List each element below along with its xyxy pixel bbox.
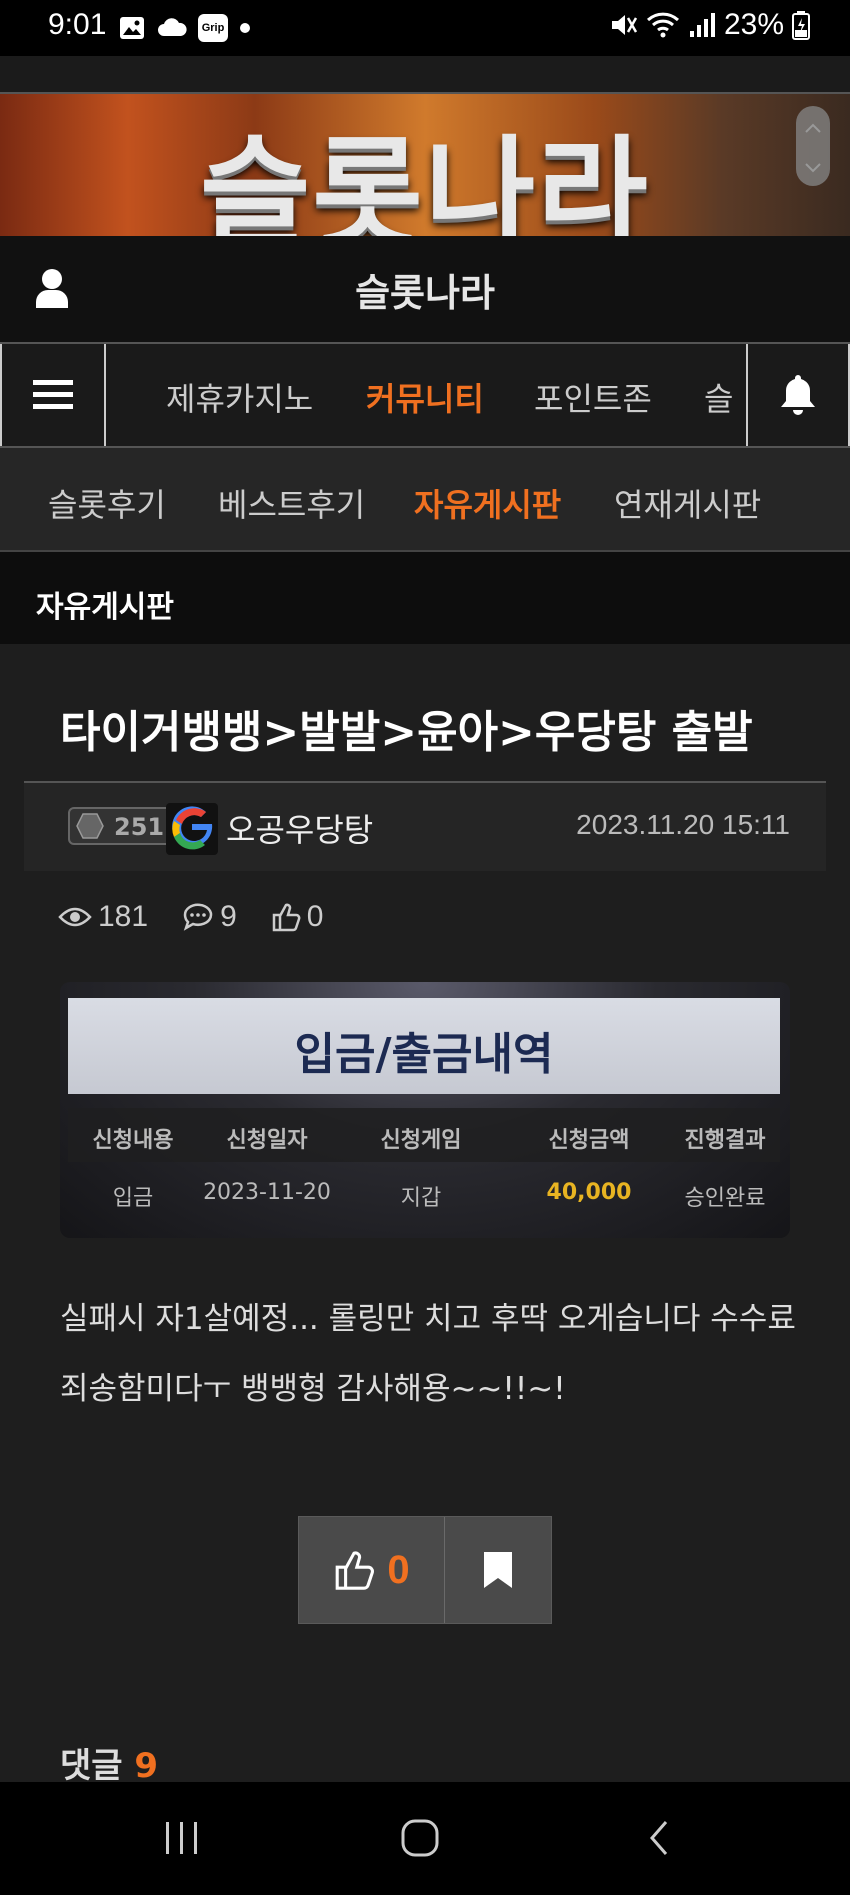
column-header: 신청게임 <box>380 1128 462 1153</box>
notification-button[interactable] <box>746 344 850 446</box>
column-header: 신청내용 <box>92 1128 174 1153</box>
level-icon <box>76 813 104 839</box>
hamburger-icon <box>33 380 73 409</box>
attachment-heading-box: 입금/출금내역 <box>68 998 780 1094</box>
board-title: 자유게시판 <box>36 590 174 625</box>
wifi-icon <box>646 12 679 38</box>
grip-app-icon: Grip <box>198 14 228 42</box>
status-bar: 9:01 Grip 23% <box>0 0 850 56</box>
post-body: 실패시 자1살예정... 롤링만 치고 후딱 오게습니다 수수료 죄송함미다ㅜ … <box>60 1284 820 1424</box>
site-header: 슬롯나라 <box>0 236 850 342</box>
vote-box: 0 <box>298 1516 552 1624</box>
bookmark-icon <box>484 1552 512 1588</box>
sub-nav-best-review[interactable]: 베스트후기 <box>218 480 365 526</box>
sub-nav-slot-review[interactable]: 슬롯후기 <box>48 480 166 526</box>
site-title[interactable]: 슬롯나라 <box>0 262 850 317</box>
nav-item-partner-casino[interactable]: 제휴카지노 <box>166 374 313 420</box>
bell-icon <box>781 375 815 415</box>
post-body-line: 실패시 자1살예정... 롤링만 치고 후딱 오게습니다 수수료 <box>60 1301 796 1337</box>
cloud-icon <box>158 18 187 36</box>
nav-item-slot-partial[interactable]: 슬 <box>704 374 733 420</box>
sub-nav: 슬롯후기 베스트후기 자유게시판 연재게시판 <box>0 448 850 552</box>
nav-item-point-zone[interactable]: 포인트존 <box>534 374 652 420</box>
sub-nav-free-board[interactable]: 자유게시판 <box>414 480 561 526</box>
chevron-up-icon[interactable] <box>796 106 830 146</box>
column-header: 신청금액 <box>548 1128 630 1153</box>
view-count: 181 <box>58 900 148 934</box>
board-title-bar: 자유게시판 <box>0 552 850 644</box>
post-date: 2023.11.20 15:11 <box>576 809 790 840</box>
thumbs-up-icon <box>272 903 301 932</box>
attachment-columns: 신청내용 신청일자 신청게임 신청금액 진행결과 <box>68 1108 780 1162</box>
menu-button[interactable] <box>0 344 106 446</box>
banner-logo: 슬롯나라 <box>200 125 650 236</box>
level-number: 251 <box>114 813 165 841</box>
nav-item-community[interactable]: 커뮤니티 <box>366 374 484 420</box>
eye-icon <box>58 907 92 927</box>
like-count: 0 <box>271 900 323 934</box>
level-badge: 251 <box>68 807 180 845</box>
site-banner[interactable]: 슬롯나라 <box>0 94 850 236</box>
thumbs-up-icon <box>336 1551 375 1590</box>
bookmark-button[interactable] <box>445 1517 551 1623</box>
chevron-down-icon[interactable] <box>796 150 830 190</box>
like-button[interactable]: 0 <box>299 1517 445 1623</box>
mute-icon <box>611 15 638 35</box>
post-stats: 181 9 0 <box>58 900 323 934</box>
google-icon <box>172 806 213 850</box>
table-cell-amount: 40,000 <box>546 1180 632 1205</box>
dot-icon <box>240 23 250 33</box>
comments-header: 댓글 9 <box>60 1738 158 1787</box>
post-meta: 251 오공우당탕 2023.11.20 15:11 <box>24 783 826 871</box>
battery-percent: 23% <box>723 8 784 41</box>
android-nav-bar <box>0 1782 850 1895</box>
battery-icon <box>792 11 810 40</box>
back-icon[interactable] <box>644 1818 674 1858</box>
home-icon[interactable] <box>400 1818 440 1858</box>
main-nav: 제휴카지노 커뮤니티 포인트존 슬 <box>0 342 850 448</box>
clock: 9:01 <box>48 8 107 41</box>
sub-nav-serial-board[interactable]: 연재게시판 <box>614 480 761 526</box>
attached-image[interactable]: 입금/출금내역 신청내용 신청일자 신청게임 신청금액 진행결과 입금 2023… <box>60 982 790 1238</box>
main-nav-items: 제휴카지노 커뮤니티 포인트존 슬 <box>108 344 744 446</box>
table-cell: 입금 <box>112 1186 154 1211</box>
scroll-control[interactable] <box>796 106 830 186</box>
post-body-line: 죄송함미다ㅜ 뱅뱅형 감사해용~~!!~! <box>60 1371 566 1407</box>
table-cell: 승인완료 <box>684 1186 766 1211</box>
post-title: 타이거뱅뱅>발발>윤아>우당탕 출발 <box>60 707 753 758</box>
column-header: 진행결과 <box>684 1128 766 1153</box>
comment-count: 9 <box>182 900 237 934</box>
avatar[interactable] <box>166 803 218 855</box>
signal-icon <box>689 13 715 37</box>
comments-count: 9 <box>134 1746 159 1786</box>
comments-label: 댓글 <box>60 1746 123 1786</box>
attachment-heading: 입금/출금내역 <box>294 1029 554 1080</box>
scrolled-top-strip <box>0 56 850 94</box>
attachment-row: 입금 2023-11-20 지갑 40,000 승인완료 <box>68 1166 780 1222</box>
table-cell: 2023-11-20 <box>203 1180 331 1205</box>
column-header: 신청일자 <box>226 1128 308 1153</box>
table-cell: 지갑 <box>400 1186 442 1211</box>
recent-apps-icon[interactable] <box>162 1818 202 1858</box>
author-name[interactable]: 오공우당탕 <box>226 805 373 851</box>
comment-icon <box>183 903 213 931</box>
gallery-icon <box>120 17 144 39</box>
like-button-count: 0 <box>387 1547 410 1592</box>
